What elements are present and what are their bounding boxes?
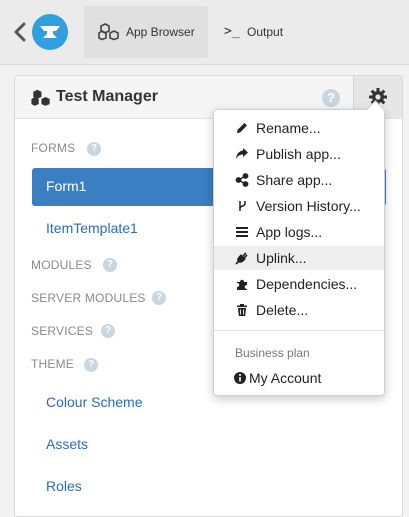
help-icon[interactable]: ? xyxy=(322,89,340,107)
theme-item-colour-scheme[interactable]: Colour Scheme xyxy=(46,394,143,410)
help-icon[interactable]: ? xyxy=(101,324,115,338)
menu-item-rename[interactable]: Rename... xyxy=(214,116,384,140)
menu-item-label: Publish app... xyxy=(256,146,341,162)
section-modules: MODULES xyxy=(31,258,92,272)
pencil-icon xyxy=(237,123,247,133)
section-services: SERVICES xyxy=(31,324,94,338)
help-icon[interactable]: ? xyxy=(84,358,98,372)
branch-icon xyxy=(239,201,246,211)
cubes-icon xyxy=(98,23,119,41)
form-label: Form1 xyxy=(46,178,87,194)
menu-item-app-logs[interactable]: App logs... xyxy=(214,220,384,244)
menu-item-dependencies[interactable]: Dependencies... xyxy=(214,272,384,296)
plug-icon xyxy=(235,252,248,265)
app-settings-menu: Rename... Publish app... Share app... Ve… xyxy=(212,100,385,396)
theme-item-roles[interactable]: Roles xyxy=(46,478,82,494)
share-arrow-icon xyxy=(236,148,248,159)
section-server-modules: SERVER MODULES xyxy=(31,291,146,305)
anvil-icon xyxy=(40,26,60,38)
menu-heading-plan: Business plan xyxy=(235,346,310,360)
menu-item-label: Delete... xyxy=(256,302,309,318)
anvil-logo[interactable] xyxy=(32,14,68,50)
tab-app-browser[interactable]: App Browser xyxy=(84,6,208,58)
section-forms: FORMS xyxy=(31,141,76,155)
menu-item-version-history[interactable]: Version History... xyxy=(214,194,384,218)
menu-item-publish-app[interactable]: Publish app... xyxy=(214,142,384,166)
info-circle-icon xyxy=(234,372,246,384)
help-icon[interactable]: ? xyxy=(87,142,101,156)
puzzle-icon xyxy=(237,279,247,290)
back-chevron-icon[interactable] xyxy=(13,22,27,42)
menu-item-label: Share app... xyxy=(256,172,333,188)
menu-item-my-account[interactable]: My Account xyxy=(212,366,382,390)
menu-item-uplink[interactable]: Uplink... xyxy=(214,246,384,270)
menu-item-label: My Account xyxy=(249,370,322,386)
menu-item-share-app[interactable]: Share app... xyxy=(214,168,384,192)
menu-item-label: Rename... xyxy=(256,120,321,136)
tab-label: App Browser xyxy=(126,25,195,39)
menu-divider xyxy=(214,330,384,331)
help-icon[interactable]: ? xyxy=(152,291,166,305)
menu-item-delete[interactable]: Delete... xyxy=(214,298,384,322)
page-title: Test Manager xyxy=(56,88,158,105)
cubes-icon xyxy=(31,89,50,106)
menu-item-label: Uplink... xyxy=(256,250,307,266)
section-theme: THEME xyxy=(31,357,74,371)
help-icon[interactable]: ? xyxy=(103,258,117,272)
terminal-icon: >_ xyxy=(224,24,240,39)
top-bar: App Browser >_ Output xyxy=(0,0,409,65)
tab-label: Output xyxy=(247,25,284,39)
list-icon xyxy=(236,227,248,237)
share-nodes-icon xyxy=(235,173,249,187)
menu-item-label: Dependencies... xyxy=(256,276,358,292)
list-item-itemtemplate1[interactable]: ItemTemplate1 xyxy=(46,220,138,236)
trash-icon xyxy=(237,304,247,316)
menu-item-label: App logs... xyxy=(256,224,323,240)
tab-output[interactable]: >_ Output xyxy=(214,6,304,58)
menu-item-label: Version History... xyxy=(256,198,361,214)
theme-item-assets[interactable]: Assets xyxy=(46,436,88,452)
